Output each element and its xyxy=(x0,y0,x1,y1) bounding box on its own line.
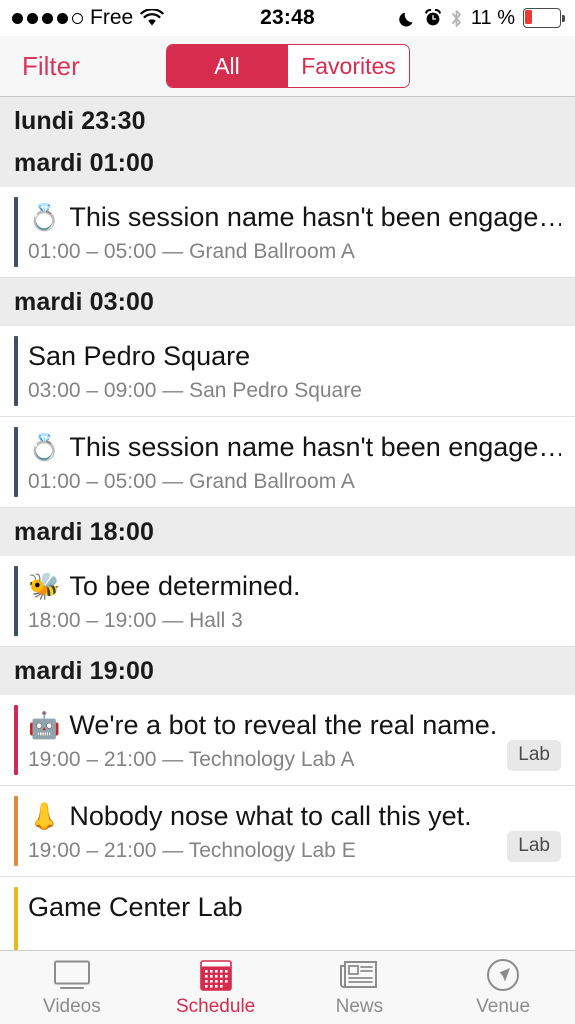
calendar-icon xyxy=(199,958,233,992)
section-header: mardi 03:00 xyxy=(0,277,575,326)
moon-icon xyxy=(399,10,416,27)
session-row[interactable]: 🐝 To bee determined. 18:00 – 19:00 — Hal… xyxy=(0,555,575,647)
session-title: 👃 Nobody nose what to call this yet. xyxy=(28,800,561,833)
schedule-list[interactable]: lundi 23:30 mardi 01:00 💍 This session n… xyxy=(0,97,575,1024)
session-title-text: This session name hasn't been engage… xyxy=(69,431,561,462)
alarm-clock-icon xyxy=(424,8,442,27)
session-accent-bar xyxy=(14,704,18,775)
session-title-text: San Pedro Square xyxy=(28,340,251,371)
session-title-text: Game Center Lab xyxy=(28,891,243,922)
session-accent-bar xyxy=(14,335,18,406)
status-bar-clock: 23:48 xyxy=(260,6,315,29)
section-header: lundi 23:30 xyxy=(0,97,575,145)
scope-segmented-control[interactable]: All Favorites xyxy=(166,44,410,88)
section-header: mardi 18:00 xyxy=(0,507,575,556)
session-row[interactable]: 💍 This session name hasn't been engage… … xyxy=(0,187,575,278)
ring-emoji: 💍 xyxy=(28,202,61,233)
filter-toolbar: Filter All Favorites xyxy=(0,36,575,97)
nose-emoji: 👃 xyxy=(28,801,61,832)
session-title-text: Nobody nose what to call this yet. xyxy=(69,800,472,831)
session-title: 💍 This session name hasn't been engage… xyxy=(28,201,561,234)
tab-videos[interactable]: Videos xyxy=(0,951,144,1024)
session-subtitle: 19:00 – 21:00 — Technology Lab E xyxy=(28,838,356,862)
session-row[interactable]: 🤖 We're a bot to reveal the real name. 1… xyxy=(0,694,575,786)
robot-emoji: 🤖 xyxy=(28,710,61,741)
status-badge: Lab xyxy=(507,830,561,862)
section-header: mardi 01:00 xyxy=(0,145,575,187)
session-subtitle: 18:00 – 19:00 — Hall 3 xyxy=(28,608,243,632)
tab-news[interactable]: News xyxy=(288,951,432,1024)
filter-button[interactable]: Filter xyxy=(22,51,80,82)
session-accent-bar xyxy=(14,197,18,267)
tab-bar: Videos Schedule News Venue xyxy=(0,950,575,1024)
session-title: 🤖 We're a bot to reveal the real name. xyxy=(28,709,561,742)
bee-emoji: 🐝 xyxy=(28,571,61,602)
session-title-text: This session name hasn't been engage… xyxy=(69,202,561,232)
session-subtitle: 01:00 – 05:00 — Grand Ballroom A xyxy=(28,469,355,493)
status-bar: Free 23:48 11 % xyxy=(0,0,575,36)
segment-favorites[interactable]: Favorites xyxy=(287,45,409,87)
app-root: Free 23:48 11 % Filter All Favorites lun… xyxy=(0,0,575,1024)
session-accent-bar xyxy=(14,886,18,955)
ring-emoji: 💍 xyxy=(28,432,61,463)
session-title: Game Center Lab xyxy=(28,891,561,924)
session-subtitle: 19:00 – 21:00 — Technology Lab A xyxy=(28,747,355,771)
section-header: mardi 19:00 xyxy=(0,646,575,695)
tab-venue[interactable]: Venue xyxy=(431,951,575,1024)
session-title-text: We're a bot to reveal the real name. xyxy=(69,709,498,740)
newspaper-icon xyxy=(339,958,379,992)
tab-label: News xyxy=(335,995,384,1017)
session-subtitle: 03:00 – 09:00 — San Pedro Square xyxy=(28,378,362,402)
session-title-text: To bee determined. xyxy=(69,570,301,601)
tab-schedule[interactable]: Schedule xyxy=(144,951,288,1024)
status-badge: Lab xyxy=(507,739,561,771)
session-subtitle: 01:00 – 05:00 — Grand Ballroom A xyxy=(28,239,355,263)
session-title: 💍 This session name hasn't been engage… xyxy=(28,431,561,464)
session-accent-bar xyxy=(14,426,18,497)
session-row[interactable]: San Pedro Square 03:00 – 09:00 — San Ped… xyxy=(0,325,575,417)
battery-icon xyxy=(523,8,565,28)
session-row[interactable]: 💍 This session name hasn't been engage… … xyxy=(0,416,575,508)
session-title: San Pedro Square xyxy=(28,340,561,373)
tab-label: Videos xyxy=(42,995,101,1017)
tv-icon xyxy=(51,958,93,992)
compass-icon xyxy=(486,958,520,992)
session-row[interactable]: 👃 Nobody nose what to call this yet. 19:… xyxy=(0,785,575,877)
tab-label: Schedule xyxy=(176,995,256,1017)
tab-label: Venue xyxy=(476,995,531,1017)
session-accent-bar xyxy=(14,565,18,636)
segment-all[interactable]: All xyxy=(167,45,287,87)
session-title: 🐝 To bee determined. xyxy=(28,570,561,603)
session-accent-bar xyxy=(14,795,18,866)
